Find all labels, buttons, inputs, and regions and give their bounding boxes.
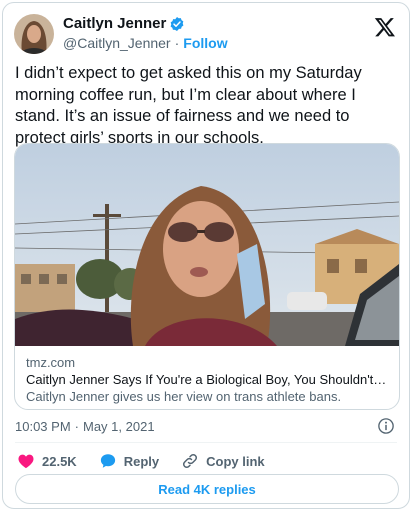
author-handle[interactable]: @Caitlyn_Jenner bbox=[63, 35, 171, 51]
card-title[interactable]: Caitlyn Jenner Says If You're a Biologic… bbox=[26, 371, 388, 388]
avatar[interactable] bbox=[14, 14, 54, 54]
copy-link-button[interactable]: Copy link bbox=[181, 452, 265, 470]
link-card[interactable]: tmz.com Caitlyn Jenner Says If You're a … bbox=[14, 143, 400, 410]
timestamp[interactable]: 10:03 PM · May 1, 2021 bbox=[15, 419, 155, 434]
like-button[interactable]: 22.5K bbox=[17, 452, 77, 470]
reply-button[interactable]: Reply bbox=[99, 452, 159, 470]
card-image[interactable] bbox=[15, 144, 399, 346]
action-bar: 22.5K Reply Copy link bbox=[17, 452, 287, 470]
copy-link-label: Copy link bbox=[206, 453, 265, 469]
verified-badge-icon bbox=[169, 16, 185, 32]
info-icon[interactable] bbox=[377, 417, 395, 435]
separator-dot: · bbox=[74, 419, 79, 434]
x-logo-icon[interactable] bbox=[374, 16, 396, 38]
author-name[interactable]: Caitlyn Jenner bbox=[63, 15, 166, 32]
separator-dot: · bbox=[174, 35, 180, 51]
heart-icon bbox=[18, 454, 34, 469]
tweet-embed: Caitlyn Jenner @Caitlyn_Jenner · Follow … bbox=[2, 2, 410, 509]
speech-bubble-icon bbox=[100, 454, 115, 468]
read-replies-button[interactable]: Read 4K replies bbox=[15, 474, 399, 504]
reply-label: Reply bbox=[123, 453, 160, 469]
follow-button[interactable]: Follow bbox=[183, 35, 227, 51]
tweet-text: I didn’t expect to get asked this on my … bbox=[15, 64, 362, 147]
link-icon bbox=[183, 453, 198, 469]
card-description: Caitlyn Jenner gives us her view on tran… bbox=[26, 389, 342, 404]
card-domain: tmz.com bbox=[26, 355, 76, 370]
divider bbox=[15, 442, 397, 443]
like-count: 22.5K bbox=[42, 453, 77, 469]
tweet-date[interactable]: May 1, 2021 bbox=[83, 419, 155, 434]
tweet-time[interactable]: 10:03 PM bbox=[15, 419, 71, 434]
